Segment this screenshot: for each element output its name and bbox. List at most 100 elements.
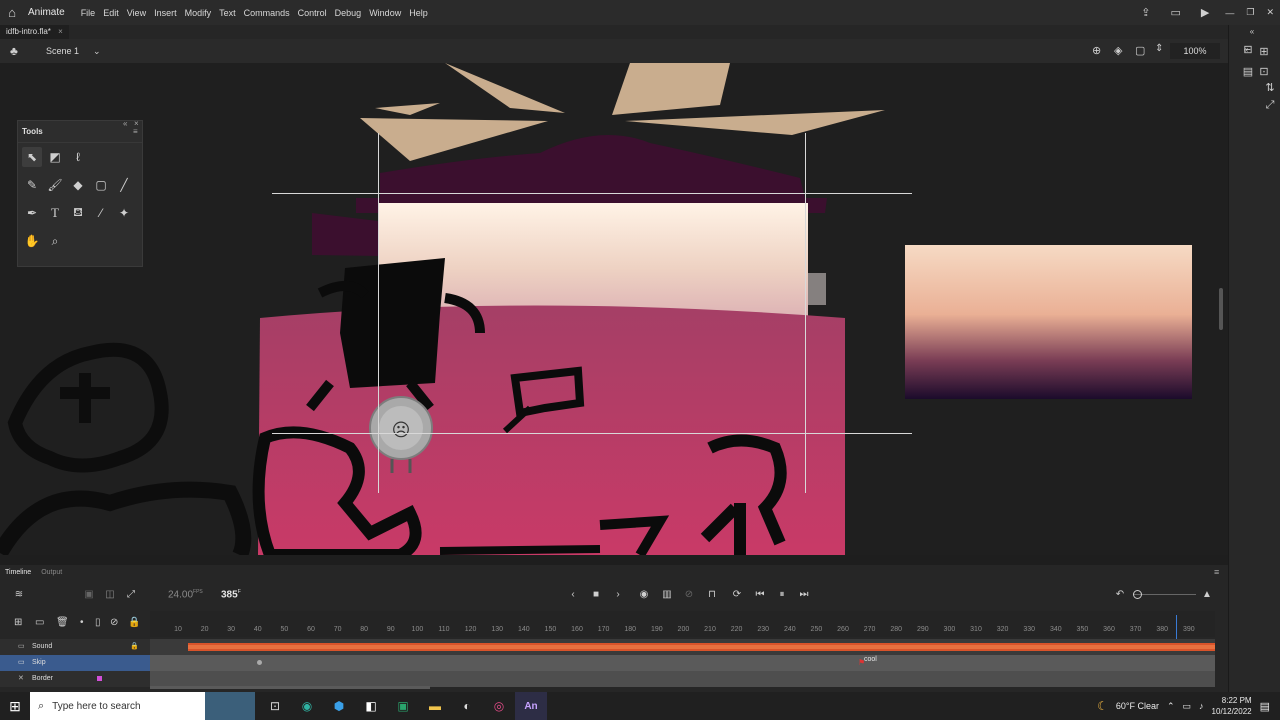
line-tool-icon[interactable]: ╱ (114, 175, 134, 195)
menu-help[interactable]: Help (405, 8, 432, 18)
edit-multiple-icon[interactable]: ⊘ (682, 588, 696, 602)
tab-close-icon[interactable]: × (58, 27, 63, 36)
layer-row[interactable]: ▭ Skip (0, 655, 150, 671)
new-layer-icon[interactable]: ⊞ (14, 617, 22, 628)
network-icon[interactable]: ▭ (1183, 701, 1192, 712)
app-icon[interactable]: ▣ (387, 692, 419, 720)
onion-outline-icon[interactable]: ▥ (660, 588, 674, 602)
selection-tool-icon[interactable]: ⬉ (22, 147, 42, 167)
menu-file[interactable]: File (77, 8, 100, 18)
collapse-icon[interactable]: « (1239, 45, 1253, 59)
eraser-tool-icon[interactable]: ◆ (68, 175, 88, 195)
border-track[interactable] (150, 671, 1215, 687)
home-icon[interactable]: ⌂ (0, 0, 24, 25)
lasso-tool-icon[interactable]: ℓ (68, 147, 88, 167)
tray-arrow-icon[interactable]: ⌃ (1167, 701, 1175, 712)
obs-icon[interactable]: ◐ (451, 692, 483, 720)
align-icon[interactable]: ⇅ (1263, 81, 1277, 95)
camera-icon[interactable]: ▣ (82, 588, 96, 602)
paint-app-icon[interactable]: ◎ (483, 692, 515, 720)
taskbar-search-input[interactable]: ⌕ Type here to search (30, 692, 205, 720)
pen-tool-icon[interactable]: ✒ (22, 203, 42, 223)
menu-control[interactable]: Control (294, 8, 331, 18)
task-view-icon[interactable]: ⊡ (259, 692, 291, 720)
edit-scene-icon[interactable]: ♣ (10, 44, 18, 58)
onion-skin-icon[interactable]: ◉ (637, 588, 651, 602)
clock[interactable]: 8:22 PM 10/12/2022 (1212, 695, 1252, 717)
volume-icon[interactable]: ♪ (1199, 701, 1204, 711)
hide-layer-icon[interactable]: ⊘ (110, 617, 118, 628)
screen-icon[interactable]: ▭ (1171, 6, 1181, 19)
tab-timeline[interactable]: Timeline (5, 569, 31, 576)
zoom-select[interactable]: 100% (1170, 43, 1220, 59)
epic-games-icon[interactable]: ◧ (355, 692, 387, 720)
loop-icon[interactable]: ⟳ (730, 588, 744, 602)
frame-rate[interactable]: 24.00FPS (168, 589, 203, 600)
stage-scrollbar-vertical[interactable] (1219, 288, 1223, 330)
graph-icon[interactable]: ⤢ (124, 588, 138, 602)
share-icon[interactable]: ⇪ (1141, 6, 1150, 19)
panel-menu-icon[interactable]: ≡ (133, 127, 138, 136)
lock-icon[interactable]: 🔒 (130, 639, 139, 655)
paint-bucket-tool-icon[interactable]: ⛾ (68, 203, 88, 223)
lock-layer-icon[interactable]: 🔒 (128, 617, 140, 628)
file-explorer-icon[interactable]: ▬ (419, 692, 451, 720)
sound-track[interactable] (150, 639, 1215, 655)
close-icon[interactable]: ✕ (1266, 7, 1274, 18)
timeline-zoom-handle[interactable] (1133, 590, 1142, 599)
library-panel-icon[interactable]: ▤ (1241, 65, 1255, 79)
layer-row[interactable]: ✕ Border (0, 671, 150, 687)
menu-view[interactable]: View (123, 8, 150, 18)
pause-icon[interactable]: ⏸ (775, 588, 789, 602)
expand-panels-icon[interactable]: « (1245, 27, 1259, 41)
current-frame[interactable]: 385F (221, 589, 241, 600)
frame-label[interactable]: cool (864, 656, 877, 663)
zoom-tool-icon[interactable]: ⌕ (45, 231, 65, 251)
next-keyframe-icon[interactable]: › (611, 588, 625, 602)
outline-layer-icon[interactable]: ▯ (95, 617, 101, 628)
weather-text[interactable]: 60°F Clear (1116, 701, 1159, 711)
layers-icon[interactable]: ≋ (12, 588, 26, 602)
skip-track[interactable]: ⚑ cool (150, 655, 1215, 671)
highlight-layer-icon[interactable]: • (80, 617, 84, 628)
notifications-icon[interactable]: ▤ (1260, 700, 1270, 713)
menu-edit[interactable]: Edit (99, 8, 123, 18)
menu-insert[interactable]: Insert (150, 8, 181, 18)
layer-color-swatch[interactable] (97, 676, 102, 681)
tab-output[interactable]: Output (41, 569, 62, 576)
expand-timeline-icon[interactable]: ▲ (1200, 588, 1214, 602)
windows-start-icon[interactable]: ⊞ (0, 692, 30, 720)
hand-tool-icon[interactable]: ✋ (22, 231, 42, 251)
restore-icon[interactable]: ❐ (1246, 7, 1254, 18)
insert-keyframe-icon[interactable]: ■ (589, 588, 603, 602)
menu-debug[interactable]: Debug (331, 8, 366, 18)
test-movie-icon[interactable]: ▶ (1201, 6, 1209, 19)
menu-window[interactable]: Window (365, 8, 405, 18)
chevron-down-icon[interactable]: ⌄ (93, 46, 101, 57)
timeline-menu-icon[interactable]: ≡ (1214, 567, 1219, 577)
panel-options-icon[interactable]: ⊡ (1257, 65, 1271, 79)
center-stage-icon[interactable]: ⊕ (1092, 44, 1101, 57)
frame-ruler[interactable]: 10 20 30 40 50 60 70 80 90 100 110 120 130 140 150 160 1… (150, 611, 1215, 637)
delete-layer-icon[interactable]: 🗑 (56, 617, 69, 628)
stage-canvas[interactable]: ☹ (0, 63, 1228, 555)
layer-depth-icon[interactable]: ◫ (103, 588, 117, 602)
brush-tool-icon[interactable]: 🖌 (45, 175, 65, 195)
scene-label[interactable]: Scene 1 (46, 46, 79, 56)
timeline-zoom-slider[interactable] (1134, 594, 1196, 595)
zoom-stepper-icon[interactable]: ⇕ (1155, 43, 1163, 54)
eyedropper-tool-icon[interactable]: ⁄ (91, 203, 111, 223)
text-tool-icon[interactable]: T (45, 203, 65, 223)
layer-row[interactable]: ▭ Sound 🔒 (0, 639, 150, 655)
menu-text[interactable]: Text (215, 8, 240, 18)
collapse-panel-icon[interactable]: « (123, 119, 127, 128)
step-back-icon[interactable]: ⏮ (753, 588, 767, 602)
pencil-tool-icon[interactable]: ✎ (22, 175, 42, 195)
minimize-icon[interactable]: — (1225, 8, 1234, 18)
menu-modify[interactable]: Modify (181, 8, 216, 18)
prev-keyframe-icon[interactable]: ‹ (566, 588, 580, 602)
clip-content-icon[interactable]: ◈ (1114, 44, 1122, 57)
animate-app-icon[interactable]: An (515, 692, 547, 720)
search-highlight-icon[interactable] (205, 692, 255, 720)
motion-editor-icon[interactable]: ⤢ (1263, 99, 1277, 113)
